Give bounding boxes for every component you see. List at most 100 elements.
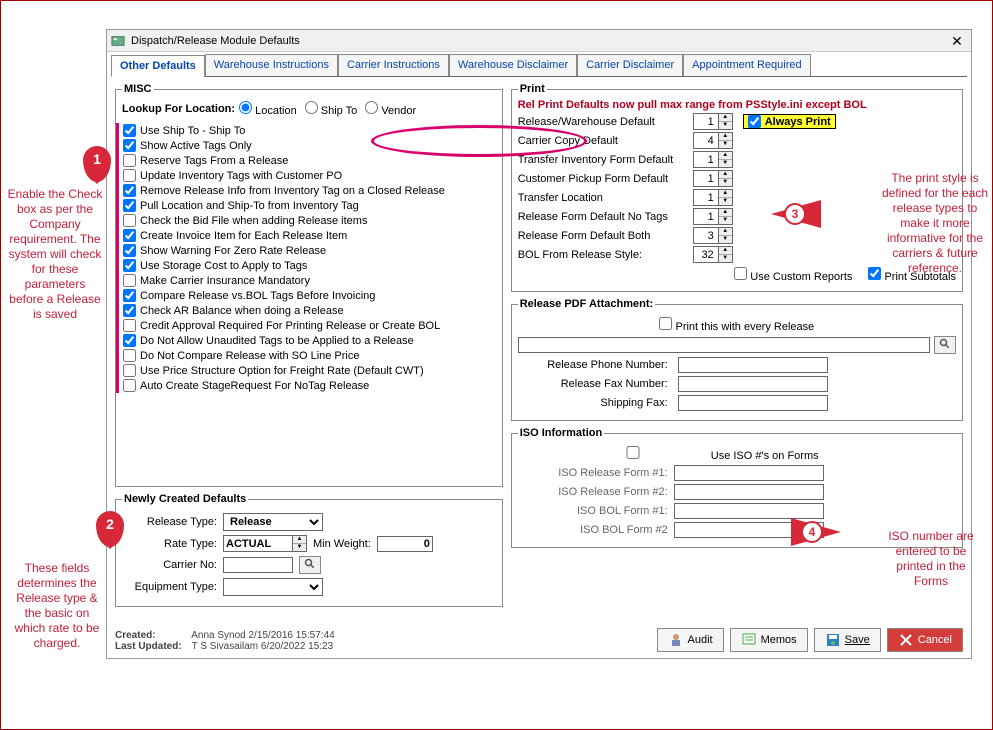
down-arrow-icon[interactable]: ▼ (719, 236, 732, 243)
tab-bar: Other Defaults Warehouse Instructions Ca… (111, 54, 967, 77)
callout-num-3: 3 (784, 203, 806, 225)
tab-warehouse-disclaimer[interactable]: Warehouse Disclaimer (449, 54, 577, 76)
down-arrow-icon[interactable]: ▼ (719, 217, 732, 224)
up-arrow-icon[interactable]: ▲ (293, 536, 306, 544)
audit-button[interactable]: Audit (657, 628, 724, 652)
up-arrow-icon[interactable]: ▲ (719, 209, 732, 217)
release-phone-input[interactable] (678, 357, 828, 373)
use-iso-check[interactable]: Use ISO #'s on Forms (558, 446, 819, 462)
carrier-no-label: Carrier No: (122, 559, 217, 571)
misc-check-15[interactable]: Do Not Compare Release with SO Line Pric… (123, 348, 496, 363)
callout-text-3: The print style is defined for the each … (881, 171, 989, 276)
tab-appointment-required[interactable]: Appointment Required (683, 54, 810, 76)
up-arrow-icon[interactable]: ▲ (719, 171, 732, 179)
radio-vendor[interactable]: Vendor (365, 101, 416, 117)
always-print-check[interactable]: Always Print (743, 114, 836, 129)
lookup-radio-group: Location Ship To Vendor (239, 101, 416, 117)
down-arrow-icon[interactable]: ▼ (719, 122, 732, 129)
iso-row-0: ISO Release Form #1: (518, 465, 956, 481)
left-column: MISC Lookup For Location: Location Ship … (115, 83, 503, 607)
down-arrow-icon[interactable]: ▼ (719, 179, 732, 186)
print-spinner-6[interactable]: ▲▼ (693, 227, 733, 244)
iso-input-2[interactable] (674, 503, 824, 519)
tab-warehouse-instructions[interactable]: Warehouse Instructions (205, 54, 338, 76)
shipping-fax-input[interactable] (678, 395, 828, 411)
misc-check-16[interactable]: Use Price Structure Option for Freight R… (123, 363, 496, 378)
down-arrow-icon[interactable]: ▼ (719, 198, 732, 205)
iso-legend: ISO Information (518, 427, 605, 439)
newly-legend: Newly Created Defaults (122, 493, 248, 505)
print-spinner-1[interactable]: ▲▼ (693, 132, 733, 149)
misc-check-3[interactable]: Update Inventory Tags with Customer PO (123, 168, 496, 183)
tab-carrier-instructions[interactable]: Carrier Instructions (338, 54, 449, 76)
lookup-row: Lookup For Location: Location Ship To Ve… (122, 101, 496, 117)
pdf-browse-button[interactable] (934, 336, 956, 354)
misc-check-5[interactable]: Pull Location and Ship-To from Inventory… (123, 198, 496, 213)
up-arrow-icon[interactable]: ▲ (719, 247, 732, 255)
use-custom-reports-check[interactable]: Use Custom Reports (734, 267, 852, 283)
radio-location[interactable]: Location (239, 101, 297, 117)
misc-check-7[interactable]: Create Invoice Item for Each Release Ite… (123, 228, 496, 243)
iso-row-1: ISO Release Form #2: (518, 484, 956, 500)
down-arrow-icon[interactable]: ▼ (719, 160, 732, 167)
up-arrow-icon[interactable]: ▲ (719, 152, 732, 160)
lookup-label: Lookup For Location: (122, 103, 235, 115)
window-title: Dispatch/Release Module Defaults (131, 35, 947, 47)
min-weight-label: Min Weight: (313, 538, 371, 550)
misc-check-11[interactable]: Compare Release vs.BOL Tags Before Invoi… (123, 288, 496, 303)
up-arrow-icon[interactable]: ▲ (719, 133, 732, 141)
footer: Created: Anna Synod 2/15/2016 15:57:44 L… (115, 630, 963, 652)
content-area: MISC Lookup For Location: Location Ship … (107, 77, 971, 607)
down-arrow-icon[interactable]: ▼ (719, 255, 732, 262)
memos-button[interactable]: Memos (730, 628, 808, 652)
cancel-button[interactable]: Cancel (887, 628, 963, 652)
pdf-path-input[interactable] (518, 337, 930, 353)
misc-check-6[interactable]: Check the Bid File when adding Release i… (123, 213, 496, 228)
app-icon (111, 34, 125, 48)
down-arrow-icon[interactable]: ▼ (293, 544, 306, 551)
tab-carrier-disclaimer[interactable]: Carrier Disclaimer (577, 54, 683, 76)
close-button[interactable]: ✕ (947, 32, 967, 50)
print-spinner-0[interactable]: ▲▼ (693, 113, 733, 130)
release-type-label: Release Type: (122, 516, 217, 528)
rate-type-label: Rate Type: (122, 538, 217, 550)
callout-text-1: Enable the Check box as per the Company … (7, 187, 103, 322)
print-spinner-2[interactable]: ▲▼ (693, 151, 733, 168)
rate-type-value[interactable] (224, 537, 292, 551)
min-weight-input[interactable] (377, 536, 433, 552)
audit-icon (668, 632, 684, 648)
misc-check-12[interactable]: Check AR Balance when doing a Release (123, 303, 496, 318)
print-every-release-check[interactable]: Print this with every Release (659, 317, 814, 333)
misc-check-13[interactable]: Credit Approval Required For Printing Re… (123, 318, 496, 333)
pdf-legend: Release PDF Attachment: (518, 298, 655, 310)
carrier-no-input[interactable] (223, 557, 293, 573)
misc-check-9[interactable]: Use Storage Cost to Apply to Tags (123, 258, 496, 273)
equipment-type-select[interactable] (223, 578, 323, 596)
print-spinner-7[interactable]: ▲▼ (693, 246, 733, 263)
newly-created-defaults-group: Newly Created Defaults Release Type: Rel… (115, 493, 503, 607)
up-arrow-icon[interactable]: ▲ (719, 228, 732, 236)
misc-check-17[interactable]: Auto Create StageRequest For NoTag Relea… (123, 378, 496, 393)
titlebar: Dispatch/Release Module Defaults ✕ (107, 30, 971, 52)
up-arrow-icon[interactable]: ▲ (719, 114, 732, 122)
print-spinner-4[interactable]: ▲▼ (693, 189, 733, 206)
release-type-select[interactable]: Release (223, 513, 323, 531)
tab-other-defaults[interactable]: Other Defaults (111, 55, 205, 77)
up-arrow-icon[interactable]: ▲ (719, 190, 732, 198)
misc-check-8[interactable]: Show Warning For Zero Rate Release (123, 243, 496, 258)
iso-input-0[interactable] (674, 465, 824, 481)
rate-type-spinner[interactable]: ▲▼ (223, 535, 307, 552)
search-icon (304, 558, 316, 570)
carrier-search-button[interactable] (299, 556, 321, 574)
print-spinner-3[interactable]: ▲▼ (693, 170, 733, 187)
misc-check-4[interactable]: Remove Release Info from Inventory Tag o… (123, 183, 496, 198)
radio-shipto[interactable]: Ship To (305, 101, 358, 117)
misc-check-10[interactable]: Make Carrier Insurance Mandatory (123, 273, 496, 288)
misc-check-14[interactable]: Do Not Allow Unaudited Tags to be Applie… (123, 333, 496, 348)
save-button[interactable]: Save (814, 628, 881, 652)
down-arrow-icon[interactable]: ▼ (719, 141, 732, 148)
release-fax-input[interactable] (678, 376, 828, 392)
iso-input-1[interactable] (674, 484, 824, 500)
print-spinner-5[interactable]: ▲▼ (693, 208, 733, 225)
cancel-icon (898, 632, 914, 648)
